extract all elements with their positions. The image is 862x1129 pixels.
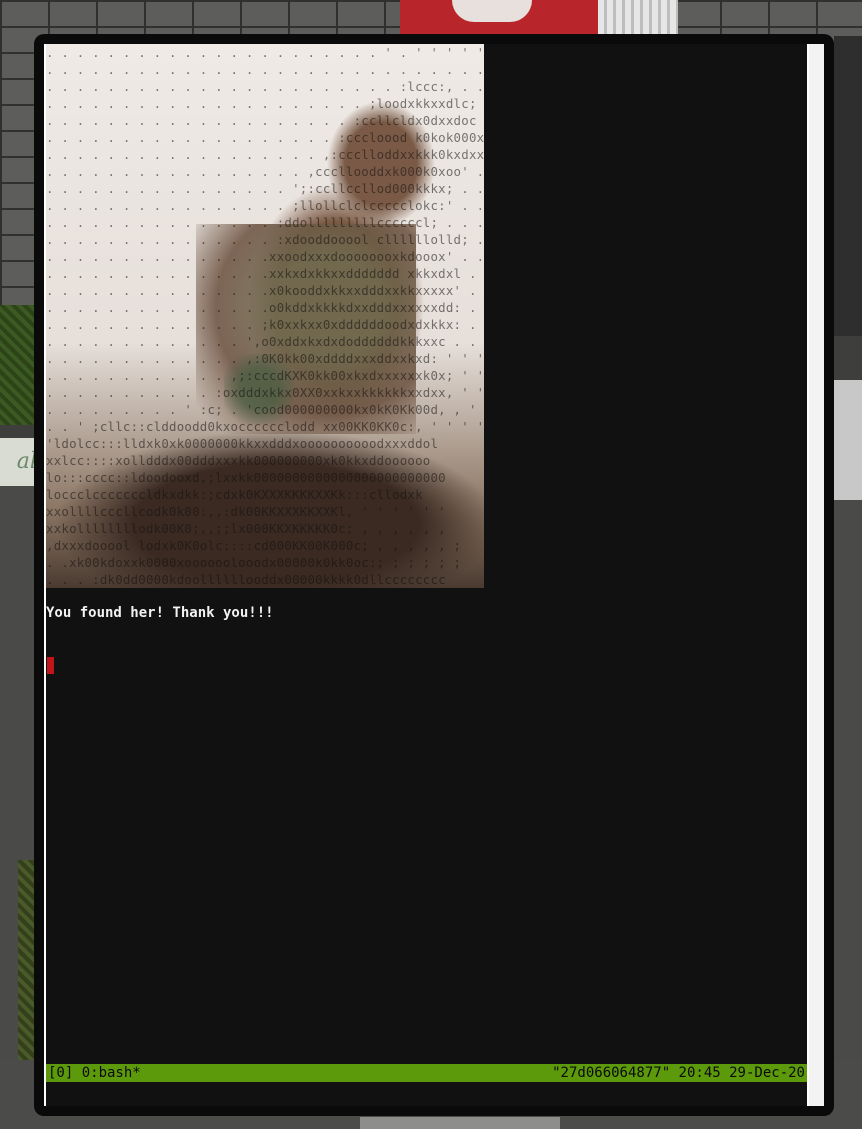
ascii-art-line: . . . . . . . . . . . . . . . . . . . . … (46, 62, 484, 77)
ascii-art-line: xxkollllllllodk00K0;,,;;lx000KKXKKKKK0c;… (46, 521, 446, 536)
ascii-art-line: . . . . . . . . . . . . . . . . . . . :c… (46, 130, 484, 145)
terminal-window[interactable]: . . . . . . . . . . . . . . . . . . . . … (44, 44, 824, 1106)
ascii-art-line: ,dxxxdooool lodxk0K0olc::::cd000KK00K000… (46, 538, 462, 553)
ascii-art-line: . . . . . . . . . . . . . . . . . . ,:cc… (46, 147, 484, 162)
ascii-art-line: lo:::cccc::ldoodooxd,;lxxkk0000000000000… (46, 470, 446, 485)
ascii-art-line: . . . . . . . . . . . . . . .xxoodxxxdoo… (46, 249, 484, 264)
terminal-screen[interactable]: . . . . . . . . . . . . . . . . . . . . … (46, 44, 807, 1106)
ascii-art-line: . . . . . . . . . . . . . . . . . . . . … (46, 45, 484, 60)
tmux-status-bar: [0] 0:bash* "27d066064877" 20:45 29-Dec-… (46, 1064, 807, 1082)
tmux-window-list[interactable]: [0] 0:bash* (48, 1064, 141, 1082)
ascii-art-line: . . . . . . . . . . . . . . .o0kddxkkkkd… (46, 300, 477, 315)
banner-decoration (452, 0, 532, 22)
ascii-art-line: . . . . . . . . . . . :oxdddxkkx0XX0xxkx… (46, 385, 484, 400)
ascii-art-line: . . . . . . . . . . . . . . . . ;llollcl… (46, 198, 484, 213)
ascii-art-line: . . . . . . . . . . . . . . ;k0xxkxx0xdd… (46, 317, 477, 332)
terminal-cursor (47, 657, 54, 674)
ascii-art-line: . . . . . . . . . . . . . . . . . ,cccll… (46, 164, 484, 179)
ascii-art-line: xxlcc::::xolldddx00dddxxxkk000000000xk0k… (46, 453, 431, 468)
white-column (598, 0, 678, 36)
ascii-art-line: . . . . . . . . . . . . . . .x0kooddxkkx… (46, 283, 477, 298)
ascii-art-line: . . . . . . . . . . . . . . . . . . . . … (46, 113, 477, 128)
ascii-art-line: . . . . . . . . . . . . . . . . . . . . … (46, 96, 477, 111)
ascii-art-line: . . . . . . . . . . . . . . .xxkxdxkkxxd… (46, 266, 477, 281)
ascii-art-line: . . . . . . . . . . . . . . . :ddollllll… (46, 215, 484, 230)
ascii-art-portrait: . . . . . . . . . . . . . . . . . . . . … (46, 44, 484, 588)
right-wall-strip (834, 36, 862, 336)
terminal-scrollbar[interactable] (809, 44, 824, 1106)
ascii-art-line: . . . . . . . . . . . . . ',o0xddxkxdxdo… (46, 334, 477, 349)
right-wall-panel (834, 380, 862, 500)
ascii-art-line: . . . . . . . . . ' :c; . 'cood000000000… (46, 402, 477, 417)
ascii-art-line: . .xk00kdoxxk0000xoooooolooodx00000k0kk0… (46, 555, 462, 570)
ascii-art-line: 'ldolcc:::lldxk0xk0000000kkxxdddxooooooo… (46, 436, 439, 451)
red-banner (400, 0, 598, 36)
ascii-art-line: . . ' ;cllc::clddoodd0kxocccccclodd xx00… (46, 419, 484, 434)
floor-tile (360, 1117, 560, 1129)
ascii-art-line: . . . . . . . . . . . . . . . . ';:ccllc… (46, 181, 484, 196)
ascii-art-line: loccclcccccccldkxdkk:;cdxk0KXXXKKKKXXKk:… (46, 487, 423, 502)
ascii-art-line: . . . . . . . . . . . . . . . :xdooddooo… (46, 232, 484, 247)
tmux-status-info: "27d066064877" 20:45 29-Dec-20 (552, 1065, 805, 1081)
terminal-message: You found her! Thank you!!! (46, 605, 274, 621)
ascii-art-text: . . . . . . . . . . . . . . . . . . . . … (46, 44, 484, 588)
ascii-art-line: . . . . . . . . . . . . . . . . . . . . … (46, 79, 484, 94)
ascii-art-line: . . . . . . . . . . . . ,;:cccdKXK0kk00x… (46, 368, 484, 383)
ascii-art-line: . . . . . . . . . . . . . ,:0K0kk00xdddd… (46, 351, 484, 366)
ascii-art-line: xxollllcccllcodk0k00:,,:dk00KKXXXKKXXKl,… (46, 504, 446, 519)
ascii-art-line: . . . :dk0dd0000kdoollllllooddx00000kkkk… (46, 572, 446, 587)
